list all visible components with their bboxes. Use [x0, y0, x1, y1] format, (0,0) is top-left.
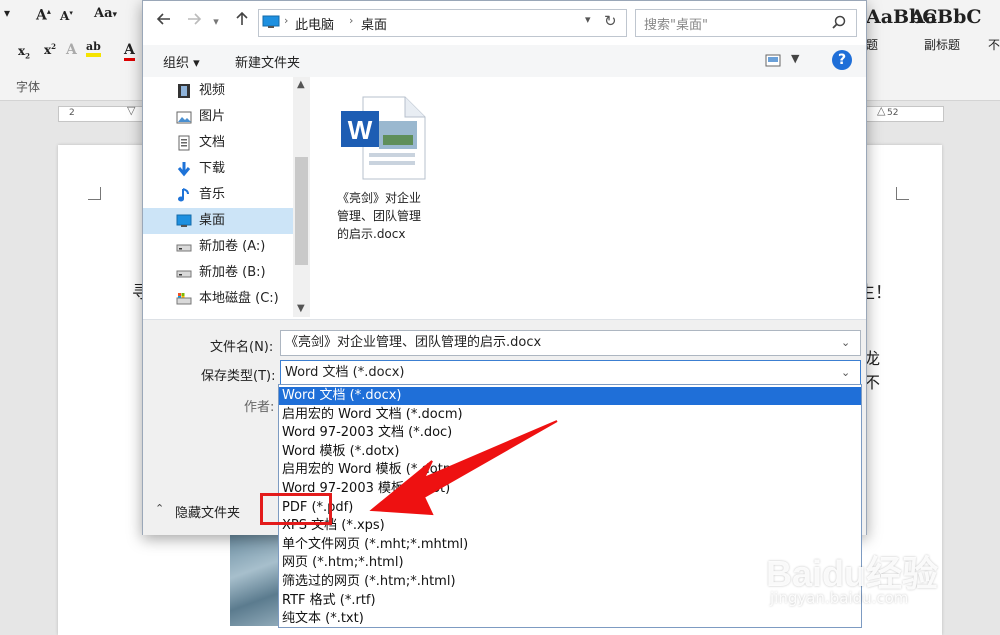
baidu-watermark: Baidu经验 jingyan.baidu.com: [760, 513, 1000, 626]
watermark-url: jingyan.baidu.com: [770, 589, 909, 607]
